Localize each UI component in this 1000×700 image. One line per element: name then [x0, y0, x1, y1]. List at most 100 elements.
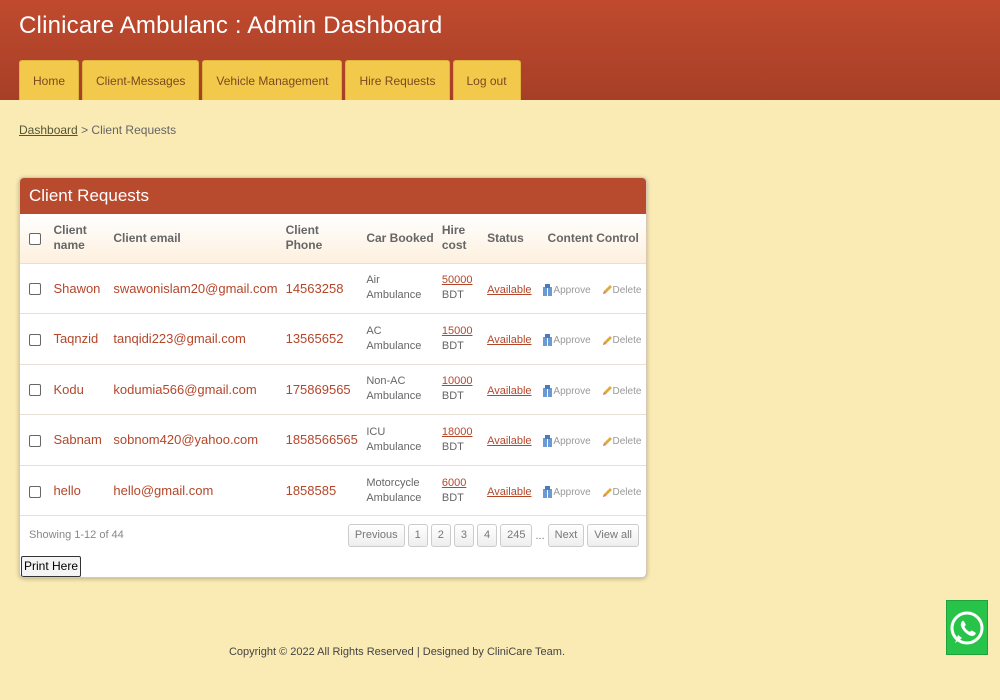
panel-title: Client Requests: [20, 178, 646, 214]
car-booked: Air Ambulance: [366, 274, 422, 302]
pagination: Previous 1 2 3 4 245 ... Next View all: [345, 524, 639, 547]
client-email: sobnom420@yahoo.com: [113, 432, 259, 448]
pencil-icon: [602, 335, 612, 345]
status-cell: Available: [483, 364, 538, 415]
client-requests-panel: Client Requests Client name Client email…: [19, 177, 647, 578]
table-header-row: Client name Client email Client Phone Ca…: [20, 214, 646, 263]
showing-count: Showing 1-12 of 44: [29, 529, 124, 541]
table-row: hello hello@gmail.com 1858585 Motorcycle Am…: [20, 465, 646, 516]
hire-cost-currency: BDT: [441, 390, 464, 403]
breadcrumb-dashboard-link[interactable]: Dashboard: [19, 123, 78, 137]
nav-tab-client-messages[interactable]: Client-Messages: [82, 60, 200, 100]
status-link[interactable]: Available: [487, 385, 531, 397]
approve-label: Approve: [553, 284, 591, 296]
table-footer: Showing 1-12 of 44 Previous 1 2 3 4 245 …: [20, 515, 646, 555]
hire-cost-link[interactable]: 6000: [442, 477, 466, 489]
content-control: Approve Delete: [538, 364, 646, 415]
whatsapp-chat-button[interactable]: [946, 600, 988, 655]
print-button[interactable]: Print Here: [21, 556, 82, 577]
approve-button[interactable]: Approve: [542, 384, 591, 397]
delete-button[interactable]: Delete: [602, 285, 641, 296]
status-cell: Available: [483, 415, 538, 466]
status-cell: Available: [483, 263, 538, 314]
row-checkbox[interactable]: [29, 333, 41, 346]
status-link[interactable]: Available: [487, 284, 531, 296]
pagination-page-4[interactable]: 4: [477, 524, 498, 547]
nav-tab-hire-requests[interactable]: Hire Requests: [345, 60, 450, 100]
col-header-control: Content Control: [547, 230, 639, 245]
row-checkbox[interactable]: [29, 283, 41, 296]
approve-icon: [543, 384, 553, 397]
col-header-cost: Hire cost: [441, 223, 467, 253]
delete-label: Delete: [612, 335, 642, 347]
client-phone: 175869565: [285, 381, 351, 397]
approve-icon: [543, 435, 553, 448]
approve-label: Approve: [553, 486, 591, 498]
table-row: Sabnam sobnom420@yahoo.com 1858566565 ICU A…: [20, 414, 646, 466]
status-link[interactable]: Available: [487, 334, 531, 346]
approve-label: Approve: [553, 385, 591, 397]
content-control: Approve Delete: [538, 465, 646, 516]
car-booked: ICU Ambulance: [366, 425, 422, 453]
pagination-page-3[interactable]: 3: [453, 524, 474, 547]
delete-button[interactable]: Delete: [602, 487, 641, 498]
hire-cost-link[interactable]: 50000: [442, 274, 473, 286]
delete-button[interactable]: Delete: [602, 436, 642, 448]
delete-button[interactable]: Delete: [602, 385, 642, 397]
pagination-view-all[interactable]: View all: [587, 524, 639, 547]
row-checkbox[interactable]: [29, 384, 41, 397]
hire-cost: 18000 BDT: [438, 415, 483, 466]
breadcrumb-current: Client Requests: [91, 123, 177, 137]
client-email: hello@gmail.com: [113, 483, 214, 498]
status-link[interactable]: Available: [487, 486, 531, 498]
approve-button[interactable]: Approve: [542, 486, 591, 499]
approve-button[interactable]: Approve: [542, 334, 591, 347]
nav-tab-vehicle-management[interactable]: Vehicle Management: [202, 60, 343, 100]
row-checkbox[interactable]: [29, 434, 41, 447]
hire-cost-link[interactable]: 18000: [442, 426, 473, 438]
pagination-next[interactable]: Next: [547, 524, 585, 547]
breadcrumb-separator: >: [81, 123, 89, 137]
hire-cost-link[interactable]: 15000: [442, 325, 473, 337]
client-email: tanqidi223@gmail.com: [113, 331, 246, 347]
main-nav: Home Client-Messages Vehicle Management …: [19, 60, 524, 100]
delete-button[interactable]: Delete: [602, 335, 642, 347]
delete-label: Delete: [612, 436, 642, 448]
status-cell: Available: [483, 314, 538, 365]
pagination-ellipsis: ...: [535, 529, 545, 542]
hire-cost-link[interactable]: 10000: [442, 375, 473, 387]
nav-tab-home[interactable]: Home: [19, 60, 80, 100]
pencil-icon: [602, 436, 612, 446]
status-link[interactable]: Available: [487, 435, 531, 447]
row-checkbox[interactable]: [29, 485, 41, 498]
hire-cost-currency: BDT: [441, 491, 464, 504]
pagination-page-1[interactable]: 1: [407, 524, 428, 547]
pagination-page-245[interactable]: 245: [500, 524, 533, 547]
breadcrumb: Dashboard > Client Requests: [19, 123, 176, 137]
hire-cost: 15000 BDT: [438, 314, 483, 365]
approve-button[interactable]: Approve: [542, 435, 591, 448]
nav-tab-log-out[interactable]: Log out: [452, 60, 521, 100]
pagination-page-2[interactable]: 2: [430, 524, 451, 547]
hire-cost-currency: BDT: [441, 440, 464, 453]
delete-label: Delete: [612, 385, 642, 397]
pencil-icon: [602, 285, 612, 295]
pencil-icon: [602, 386, 612, 396]
approve-icon: [543, 334, 553, 347]
select-all-checkbox[interactable]: [29, 232, 41, 245]
whatsapp-icon: [950, 611, 984, 644]
approve-icon: [543, 486, 553, 499]
car-booked: AC Ambulance: [366, 324, 422, 352]
approve-icon: [543, 283, 553, 296]
site-header: Clinicare Ambulanc : Admin Dashboard Hom…: [0, 0, 1000, 100]
col-header-status: Status: [487, 230, 524, 245]
car-booked: Motorcycle Ambulance: [366, 476, 422, 504]
pagination-previous[interactable]: Previous: [347, 524, 405, 547]
status-cell: Available: [483, 465, 538, 516]
client-phone: 14563258: [285, 280, 344, 296]
client-phone: 13565652: [285, 331, 344, 347]
approve-button[interactable]: Approve: [542, 283, 591, 296]
table-row: Shawon swawonislam20@gmail.com 14563258 Air…: [20, 263, 646, 314]
col-header-car: Car Booked: [366, 230, 434, 245]
client-name: Sabnam: [53, 432, 102, 448]
